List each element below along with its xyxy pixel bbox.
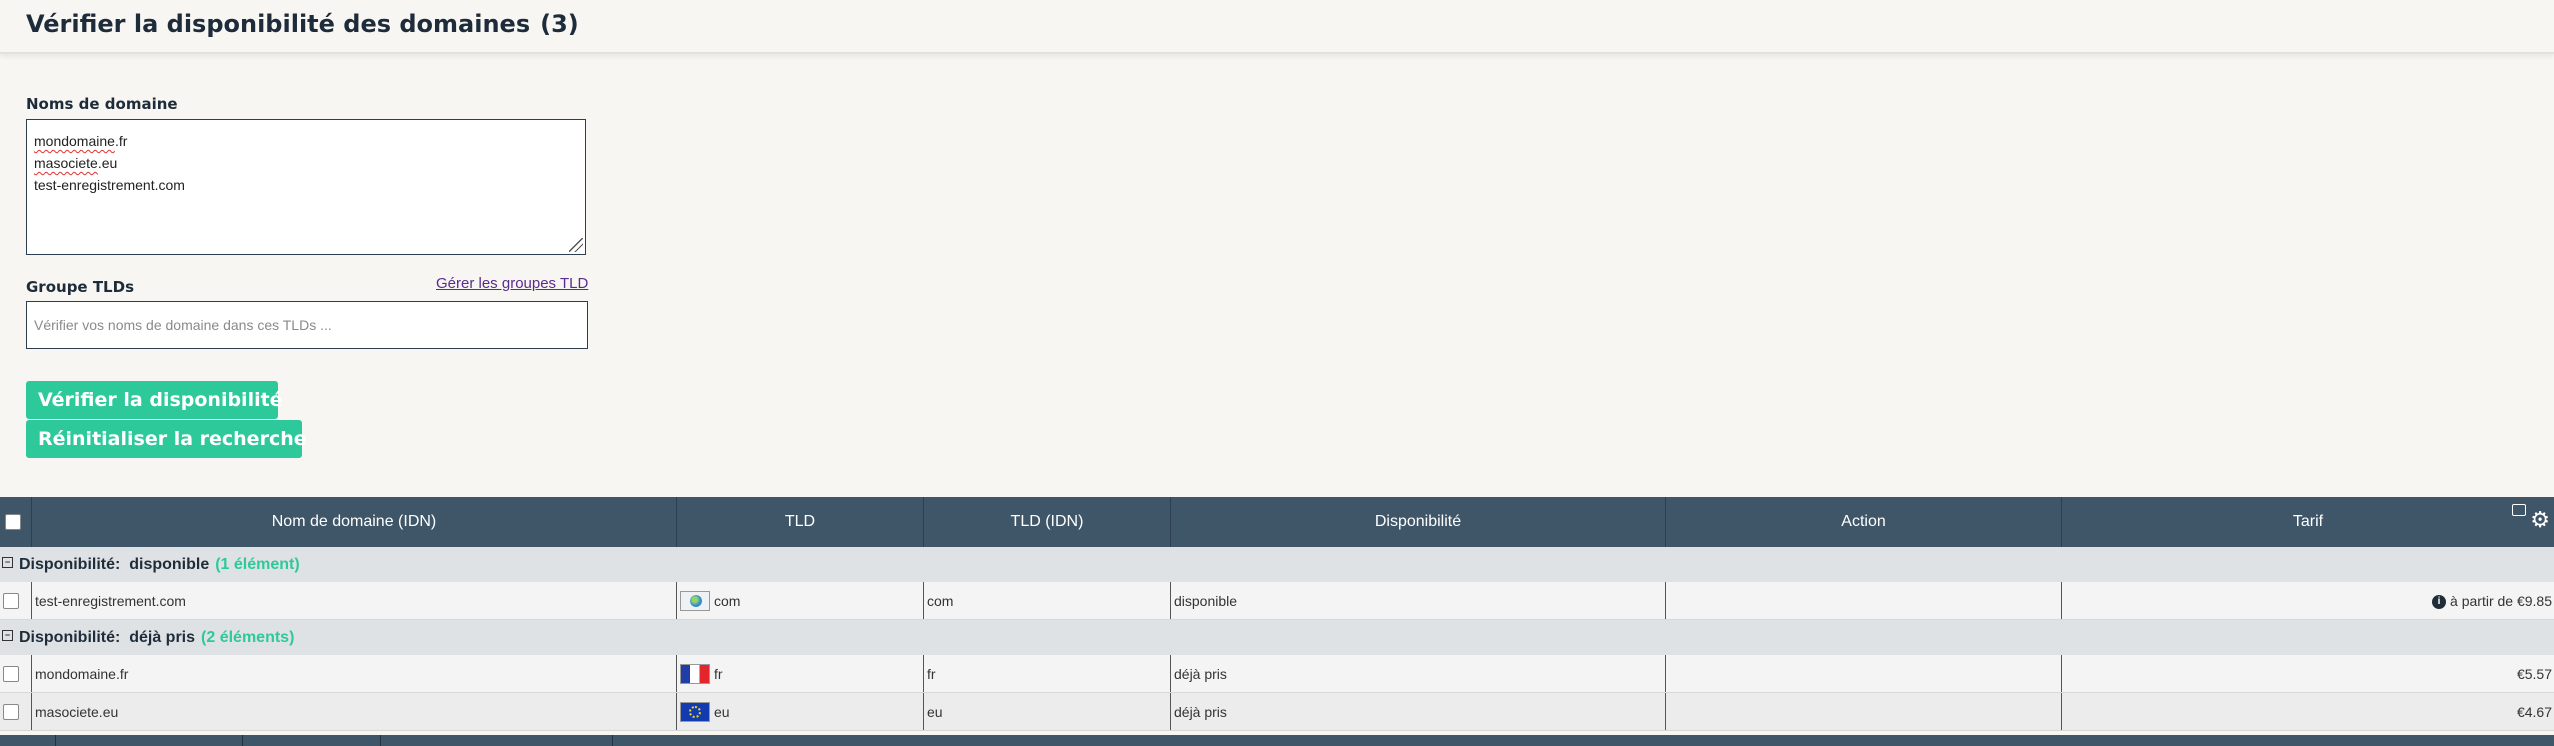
cell-action bbox=[1665, 693, 2061, 730]
page-title-count: (3) bbox=[540, 10, 579, 38]
globe-icon bbox=[680, 591, 710, 612]
domains-label: Noms de domaine bbox=[26, 95, 178, 113]
column-header-tld-idn[interactable]: TLD (IDN) bbox=[923, 497, 1170, 547]
page-title-text: Vérifier la disponibilité des domaines bbox=[26, 10, 531, 38]
domain-line-name: mondomaine bbox=[34, 133, 115, 149]
row-checkbox[interactable] bbox=[3, 593, 19, 609]
reset-search-button[interactable]: Réinitialiser la recherche bbox=[26, 420, 307, 458]
row-checkbox[interactable] bbox=[3, 666, 19, 682]
column-header-tld[interactable]: TLD bbox=[676, 497, 923, 547]
footer-separator bbox=[612, 735, 613, 746]
domain-line: test-enregistrement.com bbox=[34, 174, 578, 196]
tld-group-label: Groupe TLDs bbox=[26, 278, 134, 296]
cell-domain-text: masociete.eu bbox=[35, 704, 119, 720]
resize-handle[interactable] bbox=[569, 238, 583, 252]
cell-action bbox=[1665, 655, 2061, 692]
group-prefix: Disponibilité: bbox=[19, 556, 121, 573]
row-checkbox[interactable] bbox=[3, 704, 19, 720]
group-row-taken[interactable]: − Disponibilité: déjà pris (2 éléments) bbox=[0, 620, 2554, 655]
flag-eu-icon bbox=[680, 702, 710, 723]
cell-price: €5.57 bbox=[2061, 655, 2554, 692]
cell-price: ià partir de €9.85 bbox=[2061, 582, 2554, 619]
check-availability-button[interactable]: Vérifier la disponibilité bbox=[26, 381, 283, 419]
domain-line: mondomaine.fr bbox=[34, 130, 578, 152]
cell-domain: mondomaine.fr bbox=[31, 655, 676, 692]
gear-icon[interactable]: ⚙ bbox=[2530, 509, 2550, 531]
cell-availability: déjà pris bbox=[1170, 693, 1665, 730]
footer-separator bbox=[242, 735, 243, 746]
group-value: déjà pris bbox=[129, 629, 196, 646]
column-header-domain[interactable]: Nom de domaine (IDN) bbox=[31, 497, 676, 547]
domains-textarea[interactable]: mondomaine.fr masociete.eu test-enregist… bbox=[26, 119, 586, 255]
cell-tld-text: eu bbox=[714, 704, 730, 720]
collapse-icon[interactable]: − bbox=[2, 557, 13, 569]
manage-tld-groups-link[interactable]: Gérer les groupes TLD bbox=[436, 275, 588, 292]
footer-separator bbox=[380, 735, 381, 746]
column-chooser-icon[interactable] bbox=[2512, 504, 2526, 516]
group-prefix: Disponibilité: bbox=[19, 629, 121, 646]
group-value: disponible bbox=[129, 556, 210, 573]
grid-header: Nom de domaine (IDN) TLD TLD (IDN) Dispo… bbox=[0, 497, 2554, 547]
column-header-action[interactable]: Action bbox=[1665, 497, 2061, 547]
cell-tld-idn: fr bbox=[923, 655, 1170, 692]
column-header-price[interactable]: Tarif bbox=[2061, 497, 2554, 547]
group-row-available[interactable]: − Disponibilité: disponible (1 élément) bbox=[0, 547, 2554, 582]
cell-price-text: à partir de €9.85 bbox=[2450, 593, 2552, 609]
cell-availability: disponible bbox=[1170, 582, 1665, 619]
domain-line: masociete.eu bbox=[34, 152, 578, 174]
cell-tld: fr bbox=[676, 655, 923, 692]
collapse-icon[interactable]: − bbox=[2, 630, 13, 642]
table-row[interactable]: test-enregistrement.com com com disponib… bbox=[0, 582, 2554, 620]
domain-line-ext: .fr bbox=[114, 133, 128, 149]
cell-tld-text: fr bbox=[714, 666, 723, 682]
footer-separator bbox=[55, 735, 56, 746]
cell-domain: masociete.eu bbox=[31, 693, 676, 730]
cell-domain: test-enregistrement.com bbox=[31, 582, 676, 619]
domain-line-name: masociete bbox=[34, 155, 98, 171]
group-count: (1 élément) bbox=[215, 556, 300, 573]
table-row[interactable]: masociete.eu eu eu déjà pris €4.67 bbox=[0, 693, 2554, 731]
domain-line-name: test-enregistrement.com bbox=[34, 177, 185, 193]
grid-footer bbox=[0, 735, 2554, 746]
column-header-availability[interactable]: Disponibilité bbox=[1170, 497, 1665, 547]
tld-group-input[interactable]: Vérifier vos noms de domaine dans ces TL… bbox=[26, 301, 588, 349]
cell-tld: com bbox=[676, 582, 923, 619]
group-count: (2 éléments) bbox=[201, 629, 295, 646]
cell-price: €4.67 bbox=[2061, 693, 2554, 730]
info-icon[interactable]: i bbox=[2432, 595, 2447, 609]
cell-tld-idn: com bbox=[923, 582, 1170, 619]
cell-availability: déjà pris bbox=[1170, 655, 1665, 692]
cell-tld-idn: eu bbox=[923, 693, 1170, 730]
flag-fr-icon bbox=[680, 664, 710, 685]
select-all-checkbox[interactable] bbox=[5, 514, 21, 530]
cell-action bbox=[1665, 582, 2061, 619]
page-title: Vérifier la disponibilité des domaines (3… bbox=[26, 10, 579, 38]
cell-tld-text: com bbox=[714, 593, 741, 609]
cell-tld: eu bbox=[676, 693, 923, 730]
page-header: Vérifier la disponibilité des domaines (3… bbox=[0, 0, 2554, 54]
domain-line-ext: .eu bbox=[97, 155, 118, 171]
table-row[interactable]: mondomaine.fr fr fr déjà pris €5.57 bbox=[0, 655, 2554, 693]
